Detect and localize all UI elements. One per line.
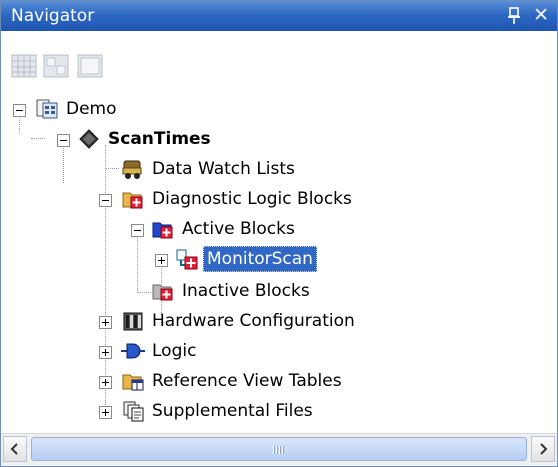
target-diamond-icon bbox=[79, 129, 99, 149]
tree-node-label: Supplemental Files bbox=[152, 401, 313, 421]
reference-folder-icon bbox=[122, 374, 144, 391]
collapse-scantimes-toggle[interactable] bbox=[57, 134, 70, 147]
expand-hardware-toggle[interactable] bbox=[99, 316, 112, 329]
scrollbar-thumb[interactable] bbox=[31, 437, 527, 461]
tree-node-label: MonitorScan bbox=[203, 246, 317, 272]
collapse-active-blocks-toggle[interactable] bbox=[131, 224, 144, 237]
tree-line bbox=[137, 233, 138, 293]
navigator-toolbar bbox=[1, 31, 557, 91]
expand-monitorscan-toggle[interactable] bbox=[155, 254, 168, 267]
close-icon[interactable]: ✕ bbox=[533, 5, 549, 25]
tree-node-label: ScanTimes bbox=[108, 129, 211, 149]
logic-block-icon bbox=[176, 249, 198, 270]
watch-list-icon bbox=[122, 160, 142, 179]
tree-line bbox=[31, 138, 45, 139]
panel-title-bar[interactable]: Navigator ✕ bbox=[1, 1, 557, 31]
scroll-right-button[interactable] bbox=[531, 436, 555, 462]
scrollbar-grip bbox=[273, 446, 285, 454]
tree-line bbox=[137, 292, 151, 293]
tree-node-label: Logic bbox=[152, 341, 197, 361]
tree-node-label: Demo bbox=[66, 99, 117, 119]
tree-node-label: Reference View Tables bbox=[152, 371, 342, 391]
expand-supplemental-toggle[interactable] bbox=[99, 406, 112, 419]
tree-line bbox=[63, 145, 64, 183]
tree-node-label: Active Blocks bbox=[182, 219, 295, 239]
chevron-left-icon bbox=[10, 443, 18, 455]
active-folder-icon bbox=[152, 222, 173, 239]
navigator-panel: Navigator ✕ Demo ScanTimes Data Watch Li… bbox=[0, 0, 558, 467]
collapse-diagnostic-toggle[interactable] bbox=[99, 194, 112, 207]
tree-line bbox=[19, 115, 20, 133]
diagnostic-folder-icon bbox=[122, 192, 143, 209]
logic-icon bbox=[121, 343, 145, 359]
tree-node-label: Diagnostic Logic Blocks bbox=[152, 189, 352, 209]
expand-logic-toggle[interactable] bbox=[99, 346, 112, 359]
chevron-right-icon bbox=[540, 443, 548, 455]
blank-view-icon[interactable] bbox=[77, 53, 103, 79]
tree-node-label: Hardware Configuration bbox=[152, 311, 355, 331]
files-icon bbox=[123, 401, 144, 422]
expand-reference-toggle[interactable] bbox=[99, 376, 112, 389]
pin-icon[interactable] bbox=[507, 7, 521, 25]
hardware-icon bbox=[123, 312, 143, 331]
collapse-demo-toggle[interactable] bbox=[13, 104, 26, 117]
panel-title: Navigator bbox=[11, 6, 95, 26]
horizontal-scrollbar[interactable] bbox=[1, 433, 557, 466]
grid-view-icon[interactable] bbox=[11, 53, 37, 79]
inactive-folder-icon bbox=[152, 284, 173, 301]
project-icon bbox=[36, 99, 58, 119]
tree-node-label: Data Watch Lists bbox=[152, 159, 295, 179]
tree-line bbox=[105, 168, 119, 169]
scroll-left-button[interactable] bbox=[3, 436, 27, 462]
split-view-icon[interactable] bbox=[43, 53, 69, 79]
project-tree: Demo ScanTimes Data Watch Lists Diagnost… bbox=[1, 91, 557, 433]
tree-node-label: Inactive Blocks bbox=[182, 281, 310, 301]
